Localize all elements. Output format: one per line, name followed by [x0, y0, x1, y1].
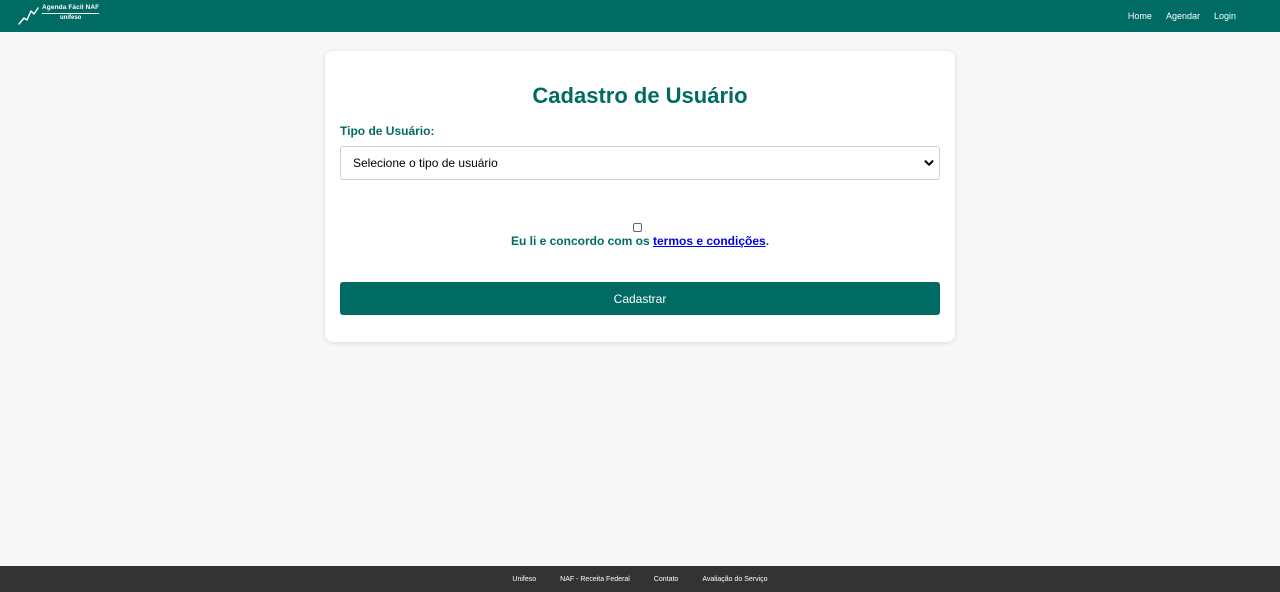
terms-text: Eu li e concordo com os termos e condiçõ… [325, 234, 955, 248]
logo-subtitle: unifeso [60, 14, 82, 21]
main-nav: Home Agendar Login [1128, 11, 1236, 21]
logo-text: Agenda Fácil NAF unifeso [42, 4, 100, 21]
footer-link-unifeso[interactable]: Unifeso [512, 576, 536, 583]
cadastrar-button[interactable]: Cadastrar [340, 282, 940, 315]
user-type-select-value: Selecione o tipo de usuário [353, 156, 498, 170]
nav-agendar-link[interactable]: Agendar [1166, 11, 1200, 21]
logo[interactable]: Agenda Fácil NAF unifeso [18, 4, 100, 27]
terms-checkbox[interactable] [633, 223, 642, 232]
footer-link-avaliacao[interactable]: Avaliação do Serviço [702, 576, 767, 583]
terms-prefix: Eu li e concordo com os [510, 234, 653, 248]
footer-link-naf[interactable]: NAF - Receita Federal [560, 576, 630, 583]
footer-link-contato[interactable]: Contato [654, 576, 679, 583]
user-type-select[interactable]: Selecione o tipo de usuário [340, 146, 940, 180]
logo-title: Agenda Fácil NAF [42, 4, 100, 14]
terms-suffix: . [765, 234, 770, 248]
nav-home-link[interactable]: Home [1128, 11, 1152, 21]
top-navbar: Agenda Fácil NAF unifeso Home Agendar Lo… [0, 0, 1280, 32]
chevron-down-icon [923, 157, 935, 169]
mountain-logo-icon [18, 7, 39, 25]
terms-link[interactable]: termos e condições [653, 234, 766, 248]
nav-login-link[interactable]: Login [1214, 11, 1236, 21]
user-type-label: Tipo de Usuário: [340, 124, 435, 138]
registration-card: Cadastro de Usuário Tipo de Usuário: Sel… [325, 51, 955, 342]
footer: Unifeso NAF - Receita Federal Contato Av… [0, 566, 1280, 592]
page-title: Cadastro de Usuário [532, 83, 748, 108]
